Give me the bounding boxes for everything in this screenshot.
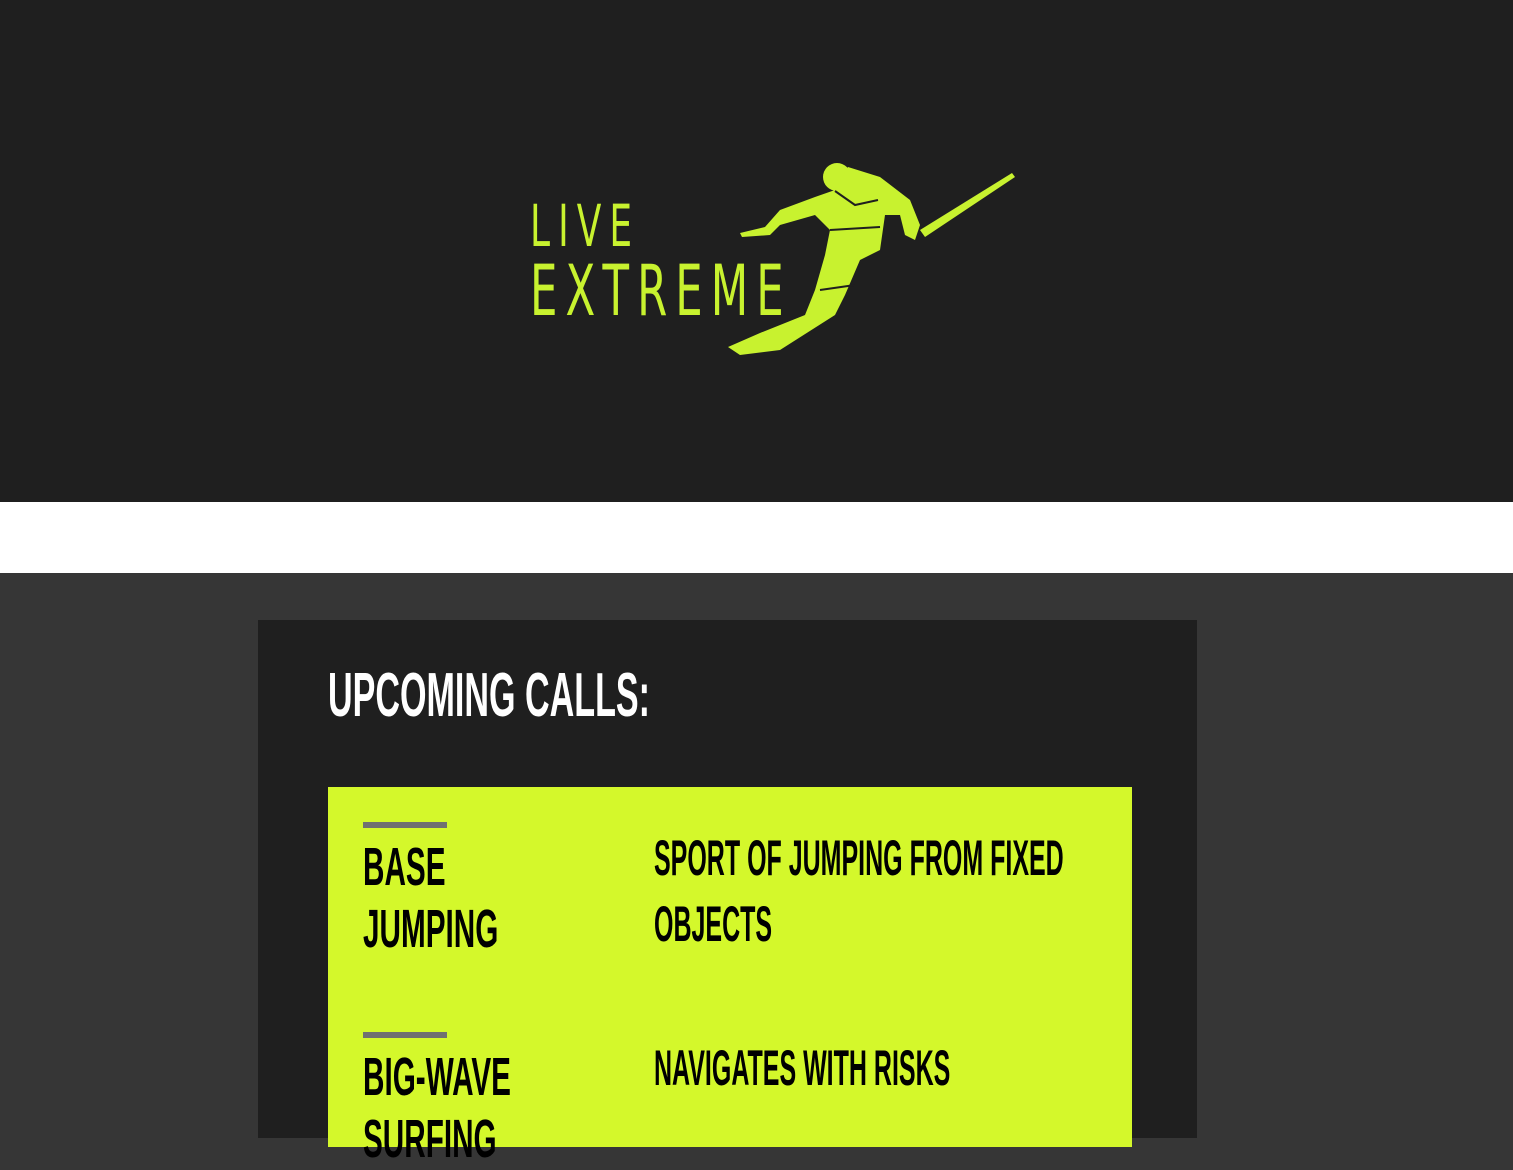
- item-title-line: BASE: [363, 837, 446, 897]
- item-title-line: SURFING: [363, 1109, 497, 1169]
- skier-icon: [728, 163, 1015, 355]
- item-title-line: BIG-WAVE: [363, 1047, 511, 1107]
- item-title-line: JUMPING: [363, 899, 499, 959]
- calls-list: BASE JUMPING SPORT OF JUMPING FROM FIXED…: [328, 787, 1132, 1169]
- item-description: NAVIGATES WITH RISKS: [654, 1040, 951, 1096]
- item-title: BASE JUMPING: [363, 836, 583, 960]
- upcoming-calls-card: UPCOMING CALLS: BASE JUMPING SPORT OF JU…: [258, 620, 1197, 1169]
- divider-bar: [363, 822, 447, 828]
- spacer: [0, 502, 1513, 573]
- divider-bar: [363, 1032, 447, 1038]
- item-description: SPORT OF JUMPING FROM FIXED OBJECTS: [654, 830, 1064, 952]
- section-heading: UPCOMING CALLS:: [328, 661, 651, 730]
- hero-banner: LIVE EXTREME: [0, 0, 1513, 502]
- item-title: BIG-WAVE SURFING: [363, 1046, 583, 1170]
